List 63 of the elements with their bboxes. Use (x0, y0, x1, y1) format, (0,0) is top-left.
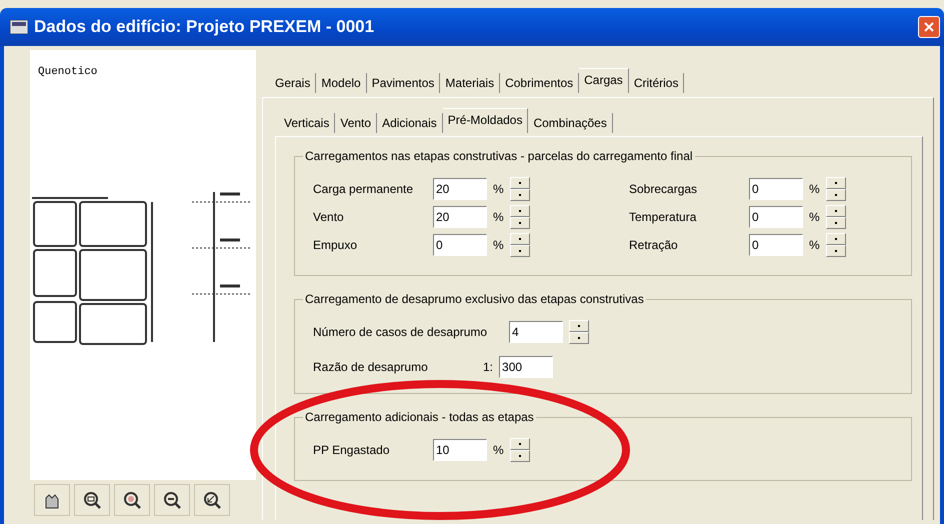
spin-down-button[interactable] (510, 450, 530, 462)
spin-down-button[interactable] (826, 189, 846, 201)
tool-button[interactable] (194, 484, 230, 516)
spin-up-button[interactable] (510, 438, 530, 450)
unit-label: % (493, 210, 504, 224)
close-button[interactable] (918, 16, 940, 38)
input-field[interactable]: 20 (433, 206, 487, 228)
zoom-icon (122, 490, 142, 510)
unit-label: % (493, 443, 504, 457)
spin-up-button[interactable] (826, 205, 846, 217)
field-label: Retração (629, 238, 679, 252)
input-field[interactable]: 0 (749, 178, 803, 200)
unit-label: % (809, 182, 820, 196)
drawing-caption: Quenotico (38, 66, 98, 78)
unit-label: % (493, 238, 504, 252)
spin-up-button[interactable] (510, 233, 530, 245)
spin-down-button[interactable] (510, 217, 530, 229)
tool-button[interactable] (34, 484, 70, 516)
group-title: Carregamentos nas etapas construtivas - parcelas do carregamento final (304, 149, 694, 163)
field-label: Empuxo (313, 238, 358, 252)
tool-button[interactable] (74, 484, 110, 516)
tab[interactable]: Pré-Moldados (442, 108, 528, 133)
field-label: Carga permanente (313, 182, 414, 196)
field-label: Temperatura (629, 210, 698, 224)
unit-label: % (809, 210, 820, 224)
window-title: Dados do edifício: Projeto PREXEM - 0001 (34, 17, 376, 37)
down-icon (577, 336, 581, 340)
spin-up-button[interactable] (510, 205, 530, 217)
zoom-icon (202, 490, 222, 510)
zoom-icon (82, 490, 102, 510)
up-icon (577, 324, 581, 328)
spin-up-button[interactable] (510, 177, 530, 189)
field-label: Vento (313, 210, 345, 224)
spin-down-button[interactable] (569, 332, 589, 344)
unit-label: % (809, 238, 820, 252)
tab[interactable]: Cargas (579, 68, 629, 93)
input-field[interactable]: 20 (433, 178, 487, 200)
input-field[interactable]: 10 (433, 439, 487, 461)
spin-up-button[interactable] (569, 320, 589, 332)
input-field[interactable]: 4 (509, 321, 563, 343)
unit-label: % (493, 182, 504, 196)
group-title: Carregamento adicionais - todas as etapas (304, 410, 535, 424)
spin-down-button[interactable] (826, 245, 846, 257)
input-field[interactable]: 0 (433, 234, 487, 256)
field-label: Razão de desaprumo (313, 360, 429, 374)
tool-button[interactable] (114, 484, 150, 516)
spin-down-button[interactable] (510, 189, 530, 201)
close-icon (923, 21, 935, 33)
field-label: Número de casos de desaprumo (313, 325, 488, 339)
input-field[interactable]: 0 (749, 206, 803, 228)
app-icon (10, 20, 28, 34)
input-field[interactable]: 0 (749, 234, 803, 256)
field-label: Sobrecargas (629, 182, 698, 196)
zoom-out-icon (162, 490, 182, 510)
spin-up-button[interactable] (826, 177, 846, 189)
spin-up-button[interactable] (826, 233, 846, 245)
spin-down-button[interactable] (826, 217, 846, 229)
input-field[interactable]: 300 (499, 356, 554, 378)
group-title: Carregamento de desaprumo exclusivo das etapas construtivas (304, 292, 645, 306)
ratio-prefix: 1: (483, 360, 494, 374)
field-label: PP Engastado (313, 443, 391, 457)
spin-down-button[interactable] (510, 245, 530, 257)
tool-button[interactable] (154, 484, 190, 516)
